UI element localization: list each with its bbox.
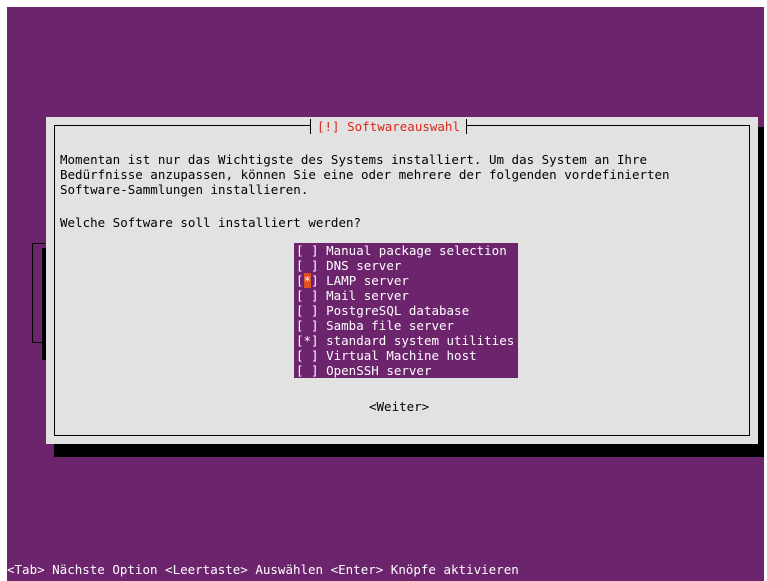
checkbox[interactable]: [*]: [296, 333, 319, 348]
dialog-question: Welche Software soll installiert werden?: [60, 215, 362, 230]
status-bar: <Tab> Nächste Option <Leertaste> Auswähl…: [7, 562, 519, 577]
list-item-label: OpenSSH server: [326, 363, 432, 378]
software-list[interactable]: [ ] Manual package selection [ ] DNS ser…: [294, 243, 518, 378]
checkbox[interactable]: [ ]: [296, 303, 319, 318]
list-item-openssh-server[interactable]: [ ] OpenSSH server: [296, 363, 431, 378]
checkbox[interactable]: [ ]: [296, 288, 319, 303]
checkbox[interactable]: [ ]: [296, 348, 319, 363]
list-item-virtual-machine-host[interactable]: [ ] Virtual Machine host: [296, 348, 477, 363]
dialog-description: Momentan ist nur das Wichtigste des Syst…: [60, 152, 670, 197]
list-item-label: DNS server: [326, 258, 402, 273]
list-item-dns-server[interactable]: [ ] DNS server: [296, 258, 401, 273]
software-selection-dialog: [!] Softwareauswahl Momentan ist nur das…: [46, 117, 758, 444]
list-item-label: standard system utilities: [326, 333, 515, 348]
list-item-postgresql-database[interactable]: [ ] PostgreSQL database: [296, 303, 469, 318]
list-item-label: PostgreSQL database: [326, 303, 470, 318]
next-button[interactable]: <Weiter>: [369, 399, 429, 414]
list-item-lamp-server[interactable]: [*] LAMP server: [296, 273, 409, 288]
dialog-title: [!] Softwareauswahl: [310, 119, 467, 134]
list-item-label: Manual package selection: [326, 243, 507, 258]
list-item-samba-file-server[interactable]: [ ] Samba file server: [296, 318, 454, 333]
list-item-label: Samba file server: [326, 318, 455, 333]
list-item-mail-server[interactable]: [ ] Mail server: [296, 288, 409, 303]
list-item-label: Mail server: [326, 288, 409, 303]
list-item-label: Virtual Machine host: [326, 348, 477, 363]
checkbox[interactable]: [ ]: [296, 243, 319, 258]
checkbox[interactable]: [*]: [296, 273, 319, 288]
checkbox[interactable]: [ ]: [296, 318, 319, 333]
checkbox[interactable]: [ ]: [296, 258, 319, 273]
selection-cursor: *: [303, 273, 312, 288]
installer-screen: [!] Softwareauswahl Momentan ist nur das…: [7, 7, 764, 581]
checkbox[interactable]: [ ]: [296, 363, 319, 378]
list-item-standard-system-utilities[interactable]: [*] standard system utilities: [296, 333, 514, 348]
list-item-manual-package-selection[interactable]: [ ] Manual package selection: [296, 243, 507, 258]
list-item-label: LAMP server: [326, 273, 409, 288]
